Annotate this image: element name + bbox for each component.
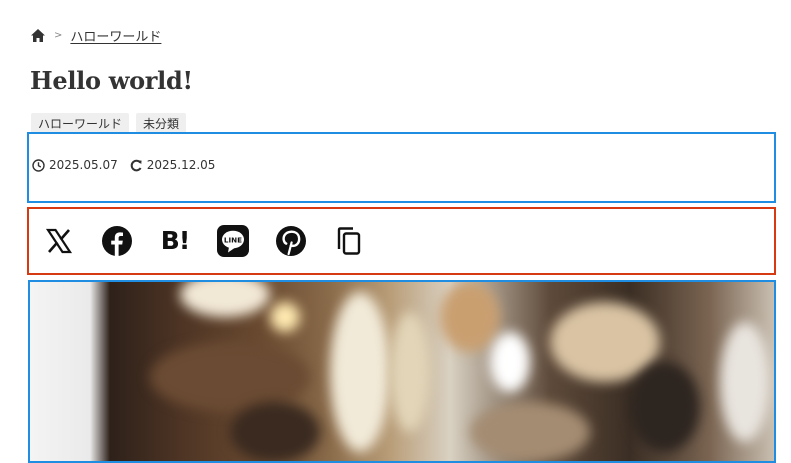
- x-icon[interactable]: [43, 225, 75, 257]
- breadcrumb-link-current[interactable]: ハローワールド: [70, 26, 161, 45]
- page-title: Hello world!: [30, 66, 193, 95]
- tag-uncategorized[interactable]: 未分類: [136, 113, 187, 134]
- home-icon[interactable]: [30, 28, 46, 43]
- line-icon[interactable]: LINE: [217, 225, 249, 257]
- updated-date-text: 2025.12.05: [146, 158, 216, 172]
- tag-list: ハローワールド 未分類: [31, 113, 187, 134]
- featured-image-outline: [28, 280, 776, 463]
- published-date-text: 2025.05.07: [49, 158, 118, 172]
- breadcrumb-separator: >: [54, 29, 63, 41]
- facebook-icon[interactable]: [101, 225, 133, 257]
- hatena-bookmark-icon[interactable]: B!: [159, 225, 191, 257]
- breadcrumb: > ハローワールド: [30, 26, 161, 45]
- line-label: LINE: [224, 235, 242, 244]
- copy-link-icon[interactable]: [333, 225, 365, 257]
- pinterest-icon[interactable]: [275, 225, 307, 257]
- share-buttons: B! LINE: [43, 225, 365, 257]
- post-dates-outline: 2025.05.07 2025.12.05: [27, 132, 776, 203]
- clock-icon: [32, 158, 45, 172]
- share-buttons-outline: B! LINE: [27, 207, 776, 275]
- updated-date: 2025.12.05: [130, 158, 216, 172]
- tag-hello-world[interactable]: ハローワールド: [31, 113, 130, 134]
- refresh-icon: [130, 159, 143, 172]
- published-date: 2025.05.07: [32, 158, 118, 172]
- hatena-bookmark-label: B!: [160, 226, 190, 255]
- post-dates: 2025.05.07 2025.12.05: [32, 158, 215, 172]
- featured-image: [30, 282, 774, 461]
